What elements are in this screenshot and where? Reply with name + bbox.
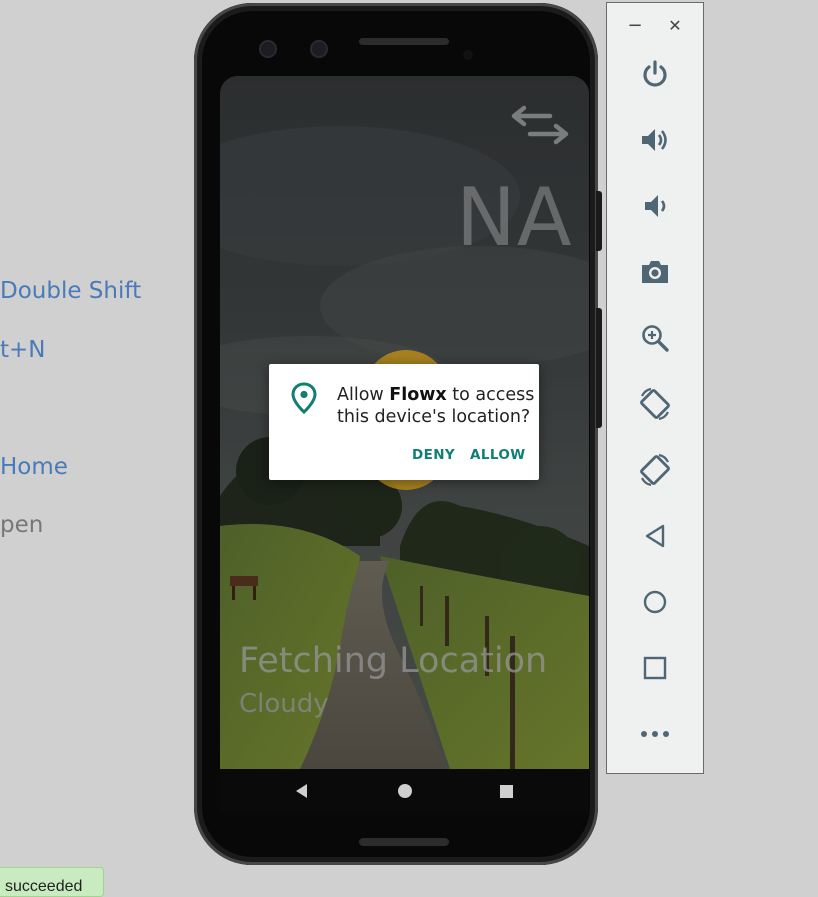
back-button[interactable] xyxy=(633,514,677,558)
more-icon xyxy=(641,731,669,737)
volume-down-icon xyxy=(645,195,666,217)
message-prefix: Allow xyxy=(337,385,390,405)
earpiece-speaker xyxy=(359,38,449,45)
recents-square-icon[interactable] xyxy=(484,769,528,813)
power-side-button xyxy=(596,191,602,251)
rotate-right-button[interactable] xyxy=(633,448,677,492)
bottom-speaker xyxy=(359,838,449,846)
camera-icon xyxy=(642,261,668,283)
build-status-text: succeeded xyxy=(5,878,83,895)
emulator-toolbar: − ✕ xyxy=(606,2,704,774)
android-navigation-bar xyxy=(220,769,589,813)
home-button[interactable] xyxy=(633,580,677,624)
location-pin-icon xyxy=(291,382,317,415)
phone-frame: NA Fetching Location Cloudy Allow Flowx … xyxy=(194,3,602,865)
rotate-left-button[interactable] xyxy=(633,382,677,426)
overview-icon xyxy=(643,656,667,680)
power-icon xyxy=(643,60,667,87)
phone-bezel: NA Fetching Location Cloudy Allow Flowx … xyxy=(202,11,590,857)
rotate-right-icon xyxy=(640,453,670,487)
new-file-hint: t+N xyxy=(0,337,46,363)
volume-up-button[interactable] xyxy=(633,118,677,162)
front-camera-icon xyxy=(310,40,328,58)
app-name: Flowx xyxy=(389,385,447,405)
more-button[interactable] xyxy=(633,712,677,756)
weather-condition-text: Cloudy xyxy=(239,689,329,719)
temperature-value: NA xyxy=(456,171,573,264)
zoom-in-icon xyxy=(642,325,669,352)
overview-button[interactable] xyxy=(633,646,677,690)
screenshot-button[interactable] xyxy=(633,250,677,294)
location-status-title: Fetching Location xyxy=(239,641,548,681)
rotate-left-icon xyxy=(640,387,670,421)
minimize-icon: − xyxy=(627,14,643,36)
volume-side-button xyxy=(596,308,602,428)
volume-up-icon xyxy=(642,129,667,151)
close-icon: ✕ xyxy=(668,15,682,35)
home-icon xyxy=(643,590,667,614)
search-everywhere-hint: Double Shift xyxy=(0,278,142,304)
close-button[interactable]: ✕ xyxy=(665,15,685,35)
front-camera-icon xyxy=(259,40,277,58)
device-screen: NA Fetching Location Cloudy Allow Flowx … xyxy=(220,76,589,813)
location-permission-dialog: Allow Flowx to access this device's loca… xyxy=(269,364,539,480)
swap-arrows-icon[interactable] xyxy=(510,104,570,146)
power-button[interactable] xyxy=(633,52,677,96)
volume-down-button[interactable] xyxy=(633,184,677,228)
back-icon xyxy=(645,524,665,548)
back-triangle-icon[interactable] xyxy=(280,769,324,813)
proximity-sensor xyxy=(463,50,473,60)
home-circle-icon[interactable] xyxy=(383,769,427,813)
deny-button[interactable]: DENY xyxy=(412,447,455,463)
minimize-button[interactable]: − xyxy=(625,14,645,36)
allow-button[interactable]: ALLOW xyxy=(470,447,526,463)
build-status-toast: succeeded xyxy=(0,867,104,897)
ide-background: Double Shift t+N Home pen xyxy=(0,0,200,892)
zoom-button[interactable] xyxy=(633,316,677,360)
drop-files-hint: pen xyxy=(0,512,44,538)
navigation-bar-hint: Home xyxy=(0,454,68,480)
permission-message: Allow Flowx to access this device's loca… xyxy=(337,384,537,428)
